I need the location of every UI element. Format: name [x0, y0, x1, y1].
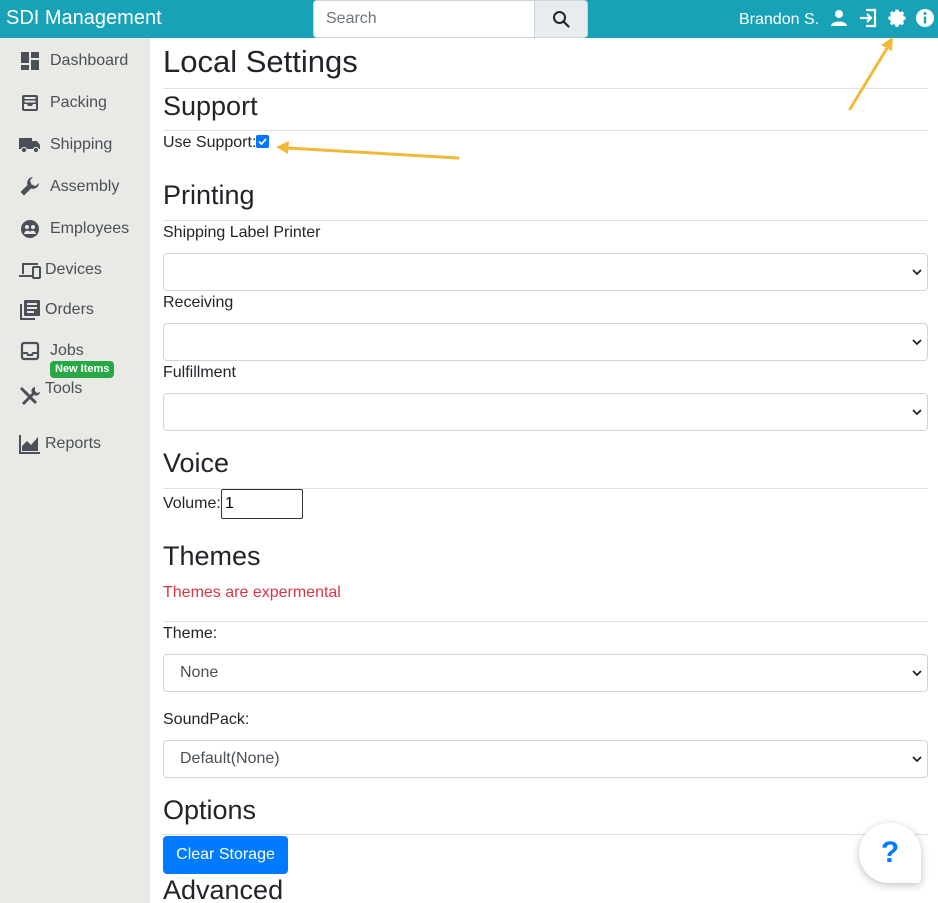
- sign-out-icon[interactable]: [857, 7, 879, 29]
- sidebar-item-label: Shipping: [50, 136, 113, 153]
- clear-storage-button[interactable]: Clear Storage: [163, 836, 288, 874]
- divider: [163, 130, 928, 131]
- sidebar-item-label: Devices: [45, 261, 102, 278]
- chevron-down-icon: [912, 339, 922, 346]
- new-items-badge: New Items: [50, 361, 115, 378]
- soundpack-select[interactable]: Default(None): [163, 740, 928, 778]
- shipping-label-printer-select[interactable]: [163, 253, 928, 291]
- sidebar-item-label: Assembly: [50, 178, 120, 195]
- annotation-arrow-checkbox: [276, 141, 460, 160]
- sidebar-item-employees[interactable]: Employees: [0, 211, 150, 247]
- voice-heading: Voice: [163, 448, 230, 478]
- chevron-down-icon: [912, 409, 922, 416]
- sidebar-item-orders[interactable]: Orders: [0, 292, 150, 328]
- sidebar-item-shipping[interactable]: Shipping: [0, 127, 150, 163]
- support-heading: Support: [163, 91, 258, 121]
- sidebar-item-tools[interactable]: Tools: [0, 378, 150, 414]
- chevron-down-icon: [912, 269, 922, 276]
- jobs-icon: [18, 339, 42, 363]
- sidebar: [0, 38, 150, 903]
- chart-icon: [18, 432, 42, 456]
- gear-icon[interactable]: [886, 7, 908, 29]
- select-value: None: [180, 664, 219, 681]
- sidebar-item-label: Employees: [50, 220, 130, 237]
- fulfillment-label: Fulfillment: [163, 364, 236, 381]
- app-title[interactable]: SDI Management: [6, 7, 162, 30]
- themes-heading: Themes: [163, 541, 261, 571]
- themes-warning: Themes are expermental: [163, 584, 341, 601]
- info-icon[interactable]: [914, 7, 936, 29]
- devices-icon: [18, 258, 42, 282]
- sidebar-item-reports[interactable]: Reports: [0, 426, 150, 462]
- sidebar-item-devices[interactable]: Devices: [0, 252, 150, 288]
- theme-select[interactable]: None: [163, 654, 928, 692]
- employees-icon: [18, 217, 42, 241]
- sidebar-item-assembly[interactable]: Assembly: [0, 169, 150, 205]
- theme-label: Theme:: [163, 625, 218, 642]
- tools-icon: [18, 384, 42, 408]
- sidebar-item-label: Packing: [50, 94, 107, 111]
- search-group: [313, 0, 588, 38]
- user-name[interactable]: Brandon S.: [739, 11, 819, 29]
- divider: [163, 88, 928, 89]
- orders-icon: [18, 298, 42, 322]
- volume-input[interactable]: [221, 489, 303, 519]
- advanced-heading: Advanced: [163, 875, 284, 903]
- soundpack-label: SoundPack:: [163, 711, 250, 728]
- sidebar-item-label: Tools: [45, 380, 83, 397]
- volume-label: Volume:: [163, 495, 221, 512]
- chevron-down-icon: [912, 756, 922, 763]
- sidebar-item-label: Dashboard: [50, 52, 129, 69]
- printing-heading: Printing: [163, 180, 255, 210]
- use-support-label: Use Support:: [163, 134, 257, 151]
- receiving-printer-select[interactable]: [163, 323, 928, 361]
- page-title: Local Settings: [163, 44, 358, 79]
- shipping-label-printer-label: Shipping Label Printer: [163, 224, 321, 241]
- dashboard-icon: [18, 49, 42, 73]
- wrench-icon: [18, 175, 42, 199]
- checkmark-icon: [258, 138, 267, 146]
- divider: [163, 834, 928, 835]
- search-button[interactable]: [534, 0, 588, 38]
- annotation-arrow-gear: [848, 37, 893, 111]
- sidebar-item-label: Orders: [45, 301, 94, 318]
- sidebar-item-label: Reports: [45, 435, 102, 452]
- top-navbar: SDI Management Brandon S.: [0, 0, 938, 38]
- sidebar-item-packing[interactable]: Packing: [0, 85, 150, 121]
- user-icon[interactable]: [828, 7, 850, 29]
- select-value: Default(None): [180, 750, 280, 767]
- search-icon: [553, 11, 570, 28]
- receiving-label: Receiving: [163, 294, 234, 311]
- inbox-tray-icon: [18, 91, 42, 115]
- sidebar-item-label: Jobs: [50, 342, 84, 359]
- options-heading: Options: [163, 795, 257, 825]
- divider: [163, 220, 928, 221]
- search-input[interactable]: [313, 0, 534, 38]
- divider: [163, 621, 928, 622]
- fulfillment-printer-select[interactable]: [163, 393, 928, 431]
- chevron-down-icon: [912, 670, 922, 677]
- help-button[interactable]: ?: [859, 823, 921, 883]
- sidebar-item-dashboard[interactable]: Dashboard: [0, 43, 150, 79]
- use-support-checkbox[interactable]: [256, 135, 269, 148]
- truck-icon: [18, 133, 42, 157]
